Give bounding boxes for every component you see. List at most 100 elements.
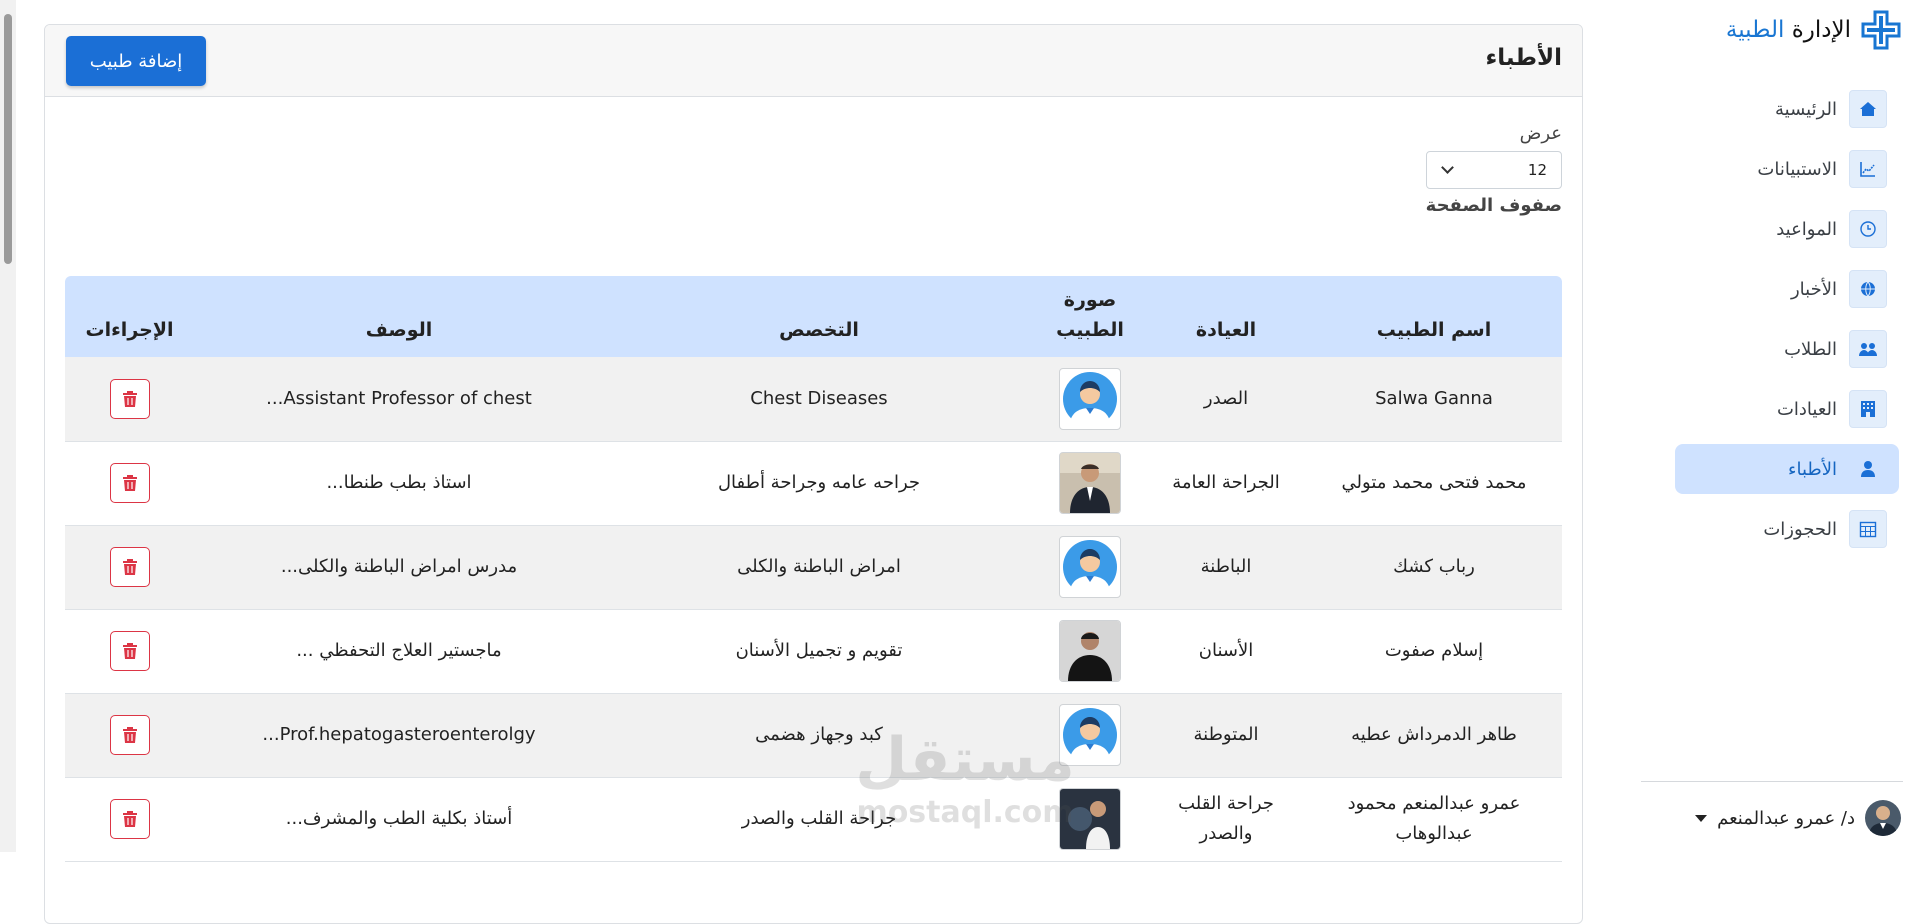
- user-menu[interactable]: د/ عمرو عبدالمنعم: [1695, 798, 1901, 838]
- sidebar-item-home[interactable]: الرئيسية: [1675, 84, 1899, 134]
- sidebar-item-label: الحجوزات: [1763, 518, 1837, 540]
- medical-cross-logo-icon: [1861, 10, 1901, 50]
- clinic-cell: جراحة القلب والصدر: [1178, 793, 1274, 844]
- sidebar-item-label: الاستبيانات: [1757, 158, 1837, 180]
- description-cell: ماجستير العلاج التحفظي ...: [296, 640, 502, 661]
- clinic-cell: الصدر: [1203, 387, 1249, 409]
- trash-icon: [122, 390, 137, 407]
- doctor-name-cell: عمرو عبدالمنعم محمود عبدالوهاب: [1347, 793, 1521, 844]
- page-scrollbar[interactable]: [0, 0, 16, 852]
- page-size-label-top: عرض: [1519, 123, 1562, 144]
- delete-button[interactable]: [109, 799, 150, 839]
- photo-cell: [1034, 777, 1146, 861]
- column-header-name[interactable]: اسم الطبيب: [1306, 276, 1562, 357]
- description-cell: أستاذ بكلية الطب والمشرف...: [285, 808, 513, 829]
- sidebar-item-surveys[interactable]: الاستبيانات: [1675, 144, 1899, 194]
- doctor-name-cell: إسلام صفوت: [1384, 640, 1484, 661]
- page-title: الأطباء: [1485, 45, 1562, 71]
- doctor-name-cell: طاهر الدمرداش عطيه: [1351, 724, 1517, 745]
- doctor-avatar-icon: [1063, 540, 1117, 596]
- page-size-select[interactable]: 12: [1426, 151, 1562, 189]
- description-cell: استاذ بطب طنطا...: [326, 472, 472, 493]
- table-row[interactable]: عمرو عبدالمنعم محمود عبدالوهاب جراحة الق…: [65, 777, 1562, 861]
- chevron-down-icon: [1695, 814, 1708, 822]
- doctor-avatar-icon: [1063, 708, 1117, 764]
- chevron-down-icon: [1441, 161, 1454, 174]
- doctor-name-cell: رباب كشك: [1393, 556, 1475, 577]
- sidebar-item-doctors[interactable]: الأطباء: [1675, 444, 1899, 494]
- column-header-actions: الإجراءات: [85, 319, 174, 341]
- sidebar-item-label: الأطباء: [1788, 458, 1837, 480]
- delete-button[interactable]: [109, 378, 150, 419]
- doctor-photo: [1059, 788, 1121, 850]
- user-name: د/ عمرو عبدالمنعم: [1717, 807, 1855, 829]
- chart-icon: [1849, 150, 1887, 188]
- sidebar-item-label: المواعيد: [1776, 218, 1837, 240]
- brand-name-part2: الطبية: [1725, 17, 1785, 43]
- doctors-card: الأطباء إضافة طبيب عرض 12 صفوف الصفحة اس…: [44, 24, 1583, 924]
- add-doctor-button[interactable]: إضافة طبيب: [66, 36, 206, 86]
- table-row[interactable]: محمد فتحى محمد متولي الجراحة العامة جراح…: [65, 441, 1562, 525]
- column-header-clinic[interactable]: العيادة: [1146, 276, 1306, 357]
- table-row[interactable]: إسلام صفوت الأسنان تقويم و تجميل الأسنان…: [65, 609, 1562, 693]
- actions-cell: [65, 609, 194, 693]
- page-scrollbar-thumb[interactable]: [4, 14, 12, 264]
- page-size-label-bottom: صفوف الصفحة: [1425, 195, 1562, 216]
- doctor-avatar-icon: [1063, 371, 1117, 428]
- delete-button[interactable]: [109, 547, 150, 587]
- specialty-cell: جراحه عامه وجراحة أطفال: [717, 472, 921, 493]
- trash-icon: [122, 475, 137, 491]
- actions-cell: [65, 777, 194, 861]
- table-row[interactable]: Salwa Ganna الصدر Chest Diseases Assista…: [65, 357, 1562, 441]
- clock-icon: [1849, 210, 1887, 248]
- sidebar: الإدارة الطبية الرئيسية الاستبيانات المو…: [1629, 0, 1919, 852]
- clinic-cell: الأسنان: [1198, 640, 1254, 661]
- actions-cell: [65, 441, 194, 525]
- sidebar-item-appointments[interactable]: المواعيد: [1675, 204, 1899, 254]
- doctors-table: اسم الطبيب العيادة صورة الطبيب التخصص ال…: [65, 276, 1562, 862]
- doctor-icon: [1849, 450, 1887, 488]
- sidebar-item-bookings[interactable]: الحجوزات: [1675, 504, 1899, 554]
- brand[interactable]: الإدارة الطبية: [1726, 10, 1901, 50]
- specialty-cell: جراحة القلب والصدر: [741, 808, 897, 829]
- clinic-cell: الجراحة العامة: [1172, 472, 1280, 493]
- column-header-description[interactable]: الوصف: [194, 276, 604, 357]
- table-row[interactable]: رباب كشك الباطنة امراض الباطنة والكلى مد…: [65, 525, 1562, 609]
- delete-button[interactable]: [109, 463, 150, 503]
- photo-cell: [1034, 441, 1146, 525]
- sidebar-item-students[interactable]: الطلاب: [1675, 324, 1899, 374]
- doctor-photo: [1059, 620, 1121, 682]
- actions-cell: [65, 693, 194, 777]
- table-row[interactable]: طاهر الدمرداش عطيه المتوطنة كبد وجهاز هض…: [65, 693, 1562, 777]
- user-avatar: [1865, 800, 1901, 836]
- clinic-cell: المتوطنة: [1193, 724, 1259, 745]
- home-icon: [1849, 90, 1887, 128]
- page-size-value: 12: [1527, 161, 1547, 179]
- column-header-photo[interactable]: صورة الطبيب: [1034, 276, 1146, 357]
- description-cell: Assistant Professor of chest...: [266, 387, 532, 409]
- delete-button[interactable]: [109, 631, 150, 671]
- specialty-cell: تقويم و تجميل الأسنان: [735, 640, 903, 661]
- sidebar-item-clinics[interactable]: العيادات: [1675, 384, 1899, 434]
- doctor-photo: [1059, 367, 1121, 430]
- photo-cell: [1034, 693, 1146, 777]
- brand-name: الإدارة الطبية: [1726, 17, 1851, 43]
- sidebar-item-label: العيادات: [1776, 398, 1837, 420]
- doctor-photo-image: [1060, 789, 1120, 849]
- page-size-control: عرض 12 صفوف الصفحة: [1422, 119, 1562, 221]
- actions-cell: [65, 357, 194, 441]
- building-icon: [1849, 390, 1887, 428]
- trash-icon: [122, 811, 137, 827]
- card-header: الأطباء إضافة طبيب: [45, 25, 1582, 97]
- photo-cell: [1034, 357, 1146, 441]
- column-header-specialty[interactable]: التخصص: [604, 276, 1034, 357]
- delete-button[interactable]: [109, 715, 150, 755]
- doctor-name-cell: Salwa Ganna: [1375, 387, 1493, 409]
- calendar-icon: [1849, 510, 1887, 548]
- photo-cell: [1034, 525, 1146, 609]
- trash-icon: [122, 559, 137, 575]
- sidebar-item-news[interactable]: الأخبار: [1675, 264, 1899, 314]
- sidebar-item-label: الرئيسية: [1775, 98, 1837, 120]
- clinic-cell: الباطنة: [1200, 556, 1252, 577]
- doctor-photo: [1059, 704, 1121, 766]
